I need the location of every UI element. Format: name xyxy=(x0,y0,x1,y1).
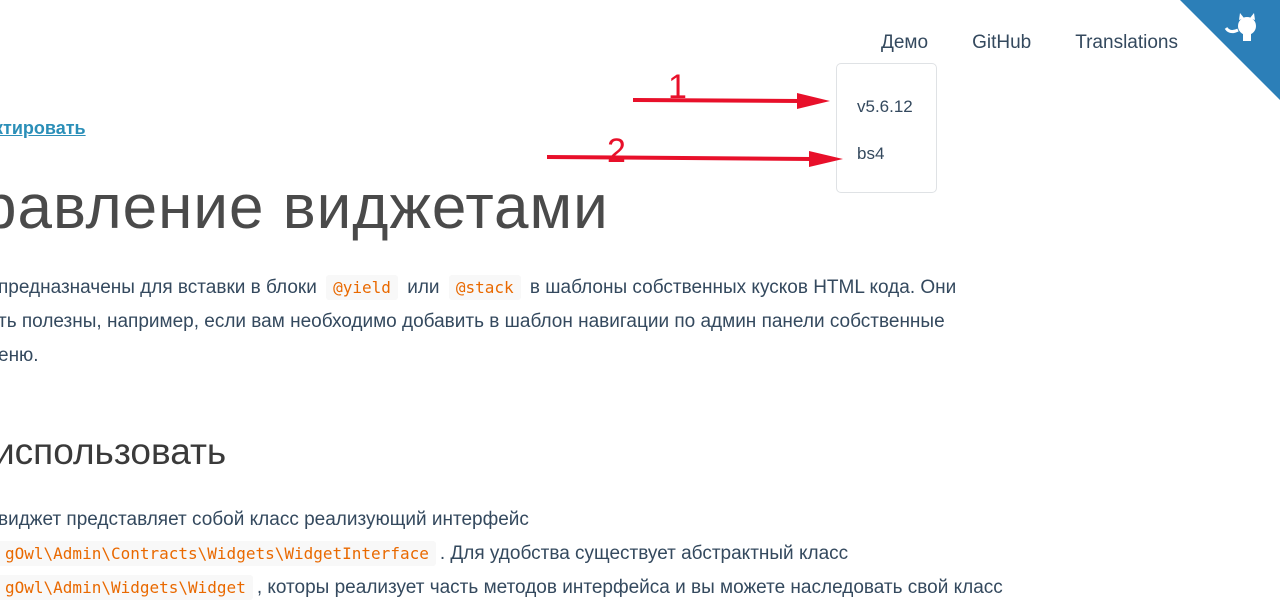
intro-text-a: предназначены для вставки в блоки xyxy=(0,277,317,298)
section-paragraph-line-1: виджет представляет собой класс реализую… xyxy=(0,509,529,530)
intro-paragraph-line-1: предназначены для вставки в блоки @yield… xyxy=(0,271,956,305)
version-dropdown: v5.6.12 bs4 xyxy=(836,63,937,193)
section-text-2: . Для удобства существует абстрактный кл… xyxy=(439,543,849,564)
section-paragraph-line-3: gOwl\Admin\Widgets\Widget, которы реализ… xyxy=(0,571,1003,605)
nav-translations[interactable]: Translations xyxy=(1075,32,1178,54)
edit-link[interactable]: ктировать xyxy=(0,118,86,139)
nav-demo[interactable]: Демо xyxy=(881,32,928,54)
intro-text-c: в шаблоны собственных кусков HTML кода. … xyxy=(529,277,957,298)
code-widget-interface: gOwl\Admin\Contracts\Widgets\WidgetInter… xyxy=(0,541,436,566)
section-text-3: , которы реализует часть методов интерфе… xyxy=(256,577,1003,598)
section-paragraph-line-2: gOwl\Admin\Contracts\Widgets\WidgetInter… xyxy=(0,537,848,571)
code-widget-class: gOwl\Admin\Widgets\Widget xyxy=(0,575,253,600)
arrow-1-line xyxy=(632,98,801,103)
arrow-1-head xyxy=(797,93,830,109)
nav-github[interactable]: GitHub xyxy=(972,32,1031,54)
intro-paragraph-line-2: ть полезны, например, если вам необходим… xyxy=(0,311,945,332)
intro-paragraph-line-3: еню. xyxy=(0,345,39,366)
intro-text-b: или xyxy=(407,277,440,298)
code-stack: @stack xyxy=(448,275,521,300)
top-nav: Демо GitHub Translations xyxy=(881,32,1178,54)
version-item-bs4[interactable]: bs4 xyxy=(857,144,884,164)
github-octocat-icon xyxy=(1180,0,1280,100)
page-title: равление виджетами xyxy=(0,173,609,242)
arrow-2-line xyxy=(546,155,813,161)
section-heading: использовать xyxy=(0,431,227,472)
github-corner[interactable] xyxy=(1180,0,1280,100)
code-yield: @yield xyxy=(326,275,398,300)
version-item-v5[interactable]: v5.6.12 xyxy=(857,97,913,117)
arrow-1-label: 1 xyxy=(668,68,687,106)
arrow-2-label: 2 xyxy=(607,132,626,170)
